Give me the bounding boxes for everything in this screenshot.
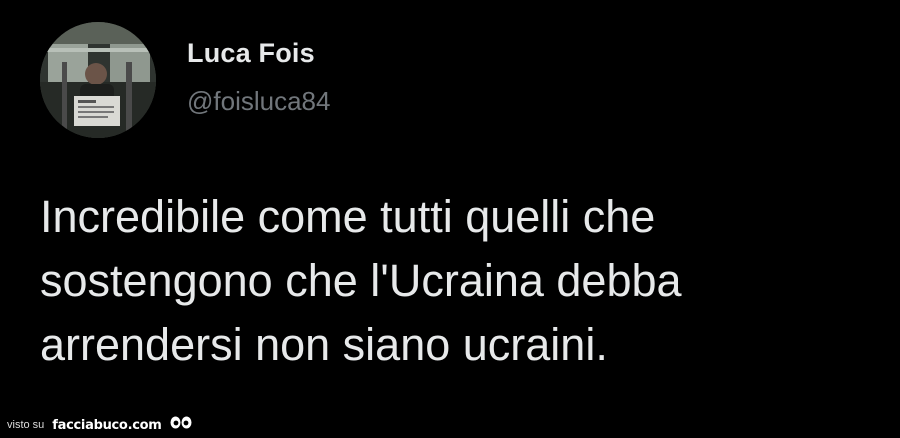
eyes-icon [170, 416, 192, 435]
user-handle[interactable]: @foisluca84 [187, 86, 330, 117]
tweet-text: Incredibile come tutti quelli che sosten… [40, 191, 682, 370]
display-name[interactable]: Luca Fois [187, 38, 315, 69]
watermark-prefix: visto su [7, 419, 45, 431]
watermark: visto su facciabuco.com [7, 415, 192, 435]
avatar[interactable] [40, 22, 156, 138]
tweet-card: Luca Fois @foisluca84 Incredibile come t… [0, 0, 900, 438]
watermark-site: facciabuco.com [52, 417, 162, 433]
avatar-photo [40, 22, 156, 138]
